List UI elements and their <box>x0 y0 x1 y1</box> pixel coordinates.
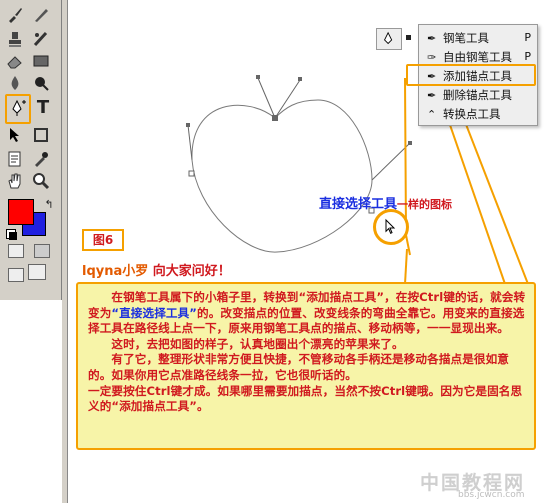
direct-selection-cursor-icon <box>385 218 396 235</box>
instructions-box: 在钢笔工具属下的小箱子里，转换到“添加描点工具”，在按Ctrl键的话，就会转变为… <box>76 282 536 450</box>
annotation-suffix: 一样的图标 <box>397 198 453 211</box>
pencil-tool-icon[interactable] <box>30 4 52 26</box>
menu-item-convert-point[interactable]: ⌃ 转换点工具 <box>427 105 501 123</box>
site-watermark-url: bbs.jcwcn.com <box>458 490 525 500</box>
hand-tool-icon[interactable] <box>4 170 26 192</box>
notes-tool-icon[interactable] <box>4 148 26 170</box>
foreground-color-swatch[interactable] <box>8 199 34 225</box>
shortcut-pen: P <box>524 31 531 44</box>
active-tool-dot <box>406 35 411 40</box>
history-brush-icon[interactable] <box>30 28 52 50</box>
pen-icon <box>384 31 393 45</box>
eyedropper-tool-icon[interactable] <box>30 148 52 170</box>
clone-stamp-icon[interactable] <box>4 28 26 50</box>
pen-tool-highlight <box>5 94 31 124</box>
menu-item-pen[interactable]: ✒ 钢笔工具 <box>427 29 489 47</box>
toolbox-panel: T ↰ <box>0 0 62 300</box>
swap-colors-icon[interactable]: ↰ <box>38 194 60 216</box>
zoom-tool-icon[interactable] <box>30 170 52 192</box>
menu-item-delete-anchor-point[interactable]: ✒ 删除锚点工具 <box>427 86 512 104</box>
greeting-text: 向大家问好！ <box>148 264 231 279</box>
toolbox-border <box>62 0 68 503</box>
pen-icon: ✒ <box>427 32 437 45</box>
screen-mode-full-icon[interactable] <box>28 264 46 280</box>
instructions-paragraph-1: 在钢笔工具属下的小箱子里，转换到“添加描点工具”，在按Ctrl键的话，就会转变为… <box>88 290 526 336</box>
eraser-tool-icon[interactable] <box>4 50 26 72</box>
cursor-highlight-circle <box>373 209 409 245</box>
author-name: lqyna小罗 <box>82 264 149 279</box>
shape-tool-icon[interactable] <box>30 124 52 146</box>
direct-selection-annotation: 直接选择工具一样的图标 <box>319 197 453 212</box>
type-tool-icon[interactable]: T <box>32 97 54 119</box>
quick-mask-mode-icon[interactable] <box>34 244 50 258</box>
path-selection-icon[interactable] <box>4 124 26 146</box>
instructions-paragraph-3: 有了它，整理形状非常方便且快捷，不管移动各手柄还是移动各描点是很如意的。如果你用… <box>88 352 509 382</box>
instructions-paragraph-4: 一定要按住Ctrl键才成。如果哪里需要加描点，当然不按Ctrl键哦。因为它是固名… <box>88 383 523 414</box>
add-anchor-highlight <box>406 64 536 86</box>
screenshot-frame: T ↰ ✒ 钢笔工具 P ✑ 自由钢笔工具 P ✒ 添加锚点工具 ✒ 删除锚点工… <box>0 0 550 503</box>
default-colors-black-icon <box>9 232 17 240</box>
dodge-tool-icon[interactable] <box>30 72 52 94</box>
instructions-paragraph-2: 这时，去把如图的样子，认真地圈出个漂亮的苹果来了。 <box>111 336 404 351</box>
convert-point-icon: ⌃ <box>427 108 437 121</box>
pen-tool-menu-button[interactable] <box>376 28 402 50</box>
blur-tool-icon[interactable] <box>4 72 26 94</box>
figure-label: 图6 <box>82 229 124 251</box>
delete-anchor-point-icon: ✒ <box>427 89 437 102</box>
screen-mode-standard-icon[interactable] <box>8 268 24 282</box>
standard-mode-icon[interactable] <box>8 244 24 258</box>
gradient-tool-icon[interactable] <box>30 50 52 72</box>
brush-tool-icon[interactable] <box>4 4 26 26</box>
greeting-line: lqyna小罗 向大家问好！ <box>82 260 231 279</box>
